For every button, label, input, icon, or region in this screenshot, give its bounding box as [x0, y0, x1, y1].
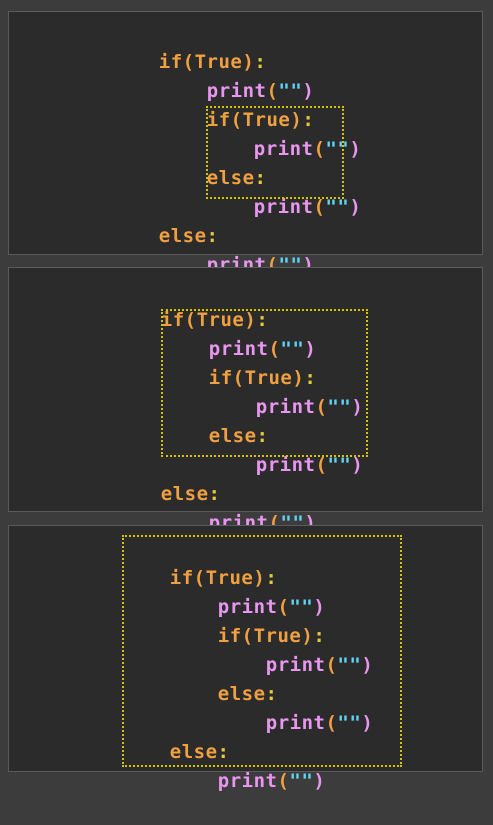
code-line: print("") [161, 480, 316, 534]
code-line: if(True): [159, 77, 314, 131]
code-line: else: [113, 451, 220, 505]
paren: ) [351, 454, 364, 476]
string-literal: "" [325, 196, 350, 218]
code-line: if(True): [122, 535, 277, 589]
code-line: else: [161, 393, 268, 447]
string-literal: "" [337, 712, 362, 734]
print-call: print [255, 454, 316, 476]
paren: ) [313, 770, 326, 792]
print-call: print [253, 196, 314, 218]
code-line: if(True): [113, 277, 268, 331]
code-line: print("") [208, 364, 363, 418]
code-line: print("") [218, 680, 373, 734]
paren: ( [315, 454, 328, 476]
code-line: if(True): [170, 593, 325, 647]
string-literal: "" [325, 138, 350, 160]
code-line: if(True): [111, 19, 266, 73]
string-literal: "" [327, 454, 352, 476]
code-line: print("") [159, 48, 314, 102]
paren: ) [361, 712, 374, 734]
print-call: print [217, 770, 278, 792]
string-literal: "" [289, 770, 314, 792]
code-panel-3: if(True): print("") if(True): print("") … [8, 525, 483, 792]
paren: ( [313, 138, 326, 160]
paren: ( [277, 770, 290, 792]
paren: ) [351, 396, 364, 418]
paren: ( [315, 396, 328, 418]
code-line: else: [111, 193, 218, 247]
paren: ) [361, 654, 374, 676]
code-line: print("") [218, 622, 373, 676]
print-call: print [265, 712, 326, 734]
code-line: print("") [208, 422, 363, 476]
code-panel-2: if(True): print("") if(True): print("") … [8, 267, 483, 534]
paren: ) [349, 138, 362, 160]
code-line: print("") [170, 738, 325, 792]
code-line: if(True): [161, 335, 316, 389]
code-line: print("") [206, 106, 361, 160]
code-panel-1: if(True): print("") if(True): print("") … [8, 11, 483, 276]
code-line: else: [170, 651, 277, 705]
code-line: print("") [161, 306, 316, 360]
code-line: else: [159, 135, 266, 189]
paren: ( [325, 654, 338, 676]
code-line: else: [122, 709, 229, 763]
paren: ) [349, 196, 362, 218]
paren: ( [313, 196, 326, 218]
paren: ( [325, 712, 338, 734]
string-literal: "" [327, 396, 352, 418]
code-line: print("") [170, 564, 325, 618]
code-line: print("") [206, 164, 361, 218]
code-line: print("") [159, 222, 314, 276]
string-literal: "" [337, 654, 362, 676]
